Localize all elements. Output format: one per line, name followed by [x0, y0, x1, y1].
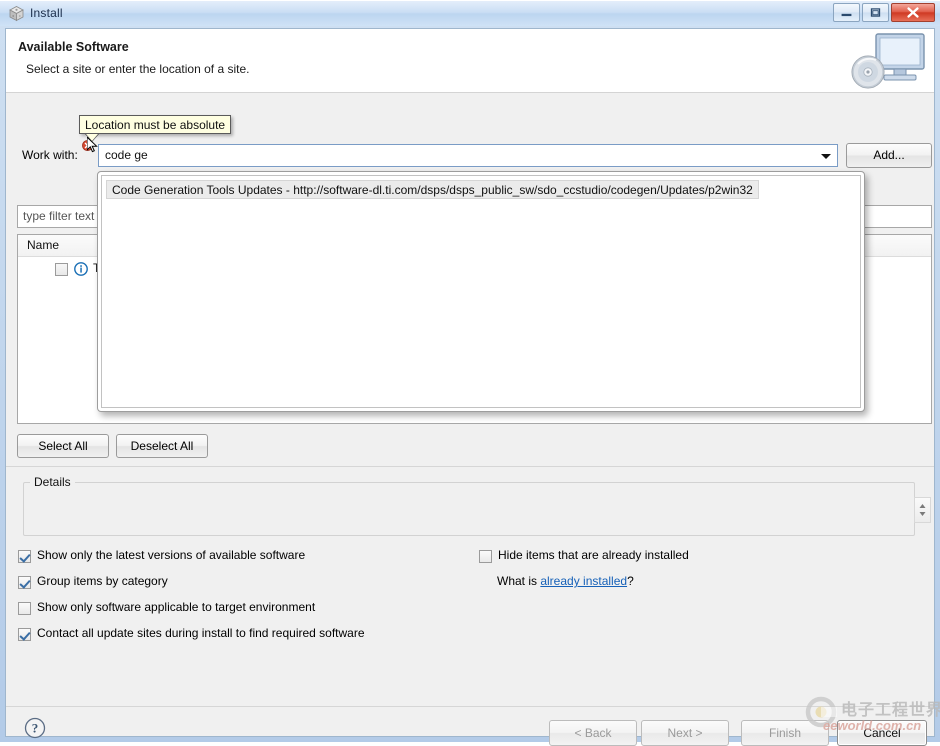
option-label: Group items by category: [37, 574, 168, 588]
info-icon: [74, 262, 88, 276]
checkbox-group-by-category[interactable]: [18, 576, 31, 589]
what-is-suffix: ?: [627, 574, 634, 588]
help-question-icon[interactable]: ?: [24, 717, 46, 739]
window-title: Install: [30, 6, 63, 20]
what-is-prefix: What is: [497, 574, 541, 588]
filter-placeholder: type filter text: [23, 209, 95, 223]
svg-text:?: ?: [32, 721, 39, 736]
option-label: Show only software applicable to target …: [37, 600, 316, 614]
mouse-cursor: [86, 135, 99, 155]
column-header-name: Name: [27, 238, 60, 252]
validation-tooltip: Location must be absolute: [79, 115, 232, 134]
work-with-dropdown-popup[interactable]: Code Generation Tools Updates - http://s…: [97, 171, 865, 412]
details-group: [23, 482, 915, 536]
title-bar: Install: [0, 0, 940, 26]
dropdown-list: Code Generation Tools Updates - http://s…: [101, 175, 861, 408]
back-button: < Back: [549, 720, 637, 746]
cancel-button[interactable]: Cancel: [837, 720, 927, 746]
option-label: Hide items that are already installed: [498, 548, 689, 562]
footer-divider: [6, 706, 934, 707]
finish-button: Finish: [741, 720, 829, 746]
checkbox-hide-installed[interactable]: [479, 550, 492, 563]
chevron-down-icon[interactable]: [821, 154, 831, 159]
next-button: Next >: [641, 720, 729, 746]
monitor-with-disc-icon: [846, 30, 934, 92]
checkbox-target-environment[interactable]: [18, 602, 31, 615]
checkbox-show-latest-versions[interactable]: [18, 550, 31, 563]
details-scroll-spinner[interactable]: [914, 497, 931, 523]
select-all-button[interactable]: Select All: [17, 434, 109, 458]
work-with-input-value[interactable]: code ge: [105, 148, 148, 162]
install-dialog-window: Install Available Software Select a site…: [0, 0, 940, 746]
maximize-button[interactable]: [862, 3, 889, 22]
option-label: Contact all update sites during install …: [37, 626, 365, 640]
page-title: Available Software: [18, 40, 129, 54]
row-checkbox[interactable]: [55, 263, 68, 276]
install-cube-icon: [8, 5, 25, 22]
work-with-label: Work with:: [22, 148, 78, 162]
option-label: Show only the latest versions of availab…: [37, 548, 306, 562]
section-divider: [6, 466, 934, 467]
page-subtitle: Select a site or enter the location of a…: [26, 62, 250, 76]
add-site-button[interactable]: Add...: [846, 143, 932, 168]
close-button[interactable]: [891, 3, 935, 22]
minimize-button[interactable]: [833, 3, 860, 22]
work-with-combo[interactable]: code ge: [98, 144, 838, 167]
details-legend: Details: [30, 475, 75, 489]
dialog-client-area: Available Software Select a site or ente…: [5, 28, 935, 746]
wizard-header: Available Software Select a site or ente…: [6, 29, 934, 93]
dropdown-item-code-generation-tools-updates[interactable]: Code Generation Tools Updates - http://s…: [106, 180, 759, 199]
checkbox-contact-update-sites[interactable]: [18, 628, 31, 641]
already-installed-link[interactable]: already installed: [540, 574, 627, 588]
what-is-already-installed: What is already installed?: [497, 574, 634, 588]
deselect-all-button[interactable]: Deselect All: [116, 434, 208, 458]
